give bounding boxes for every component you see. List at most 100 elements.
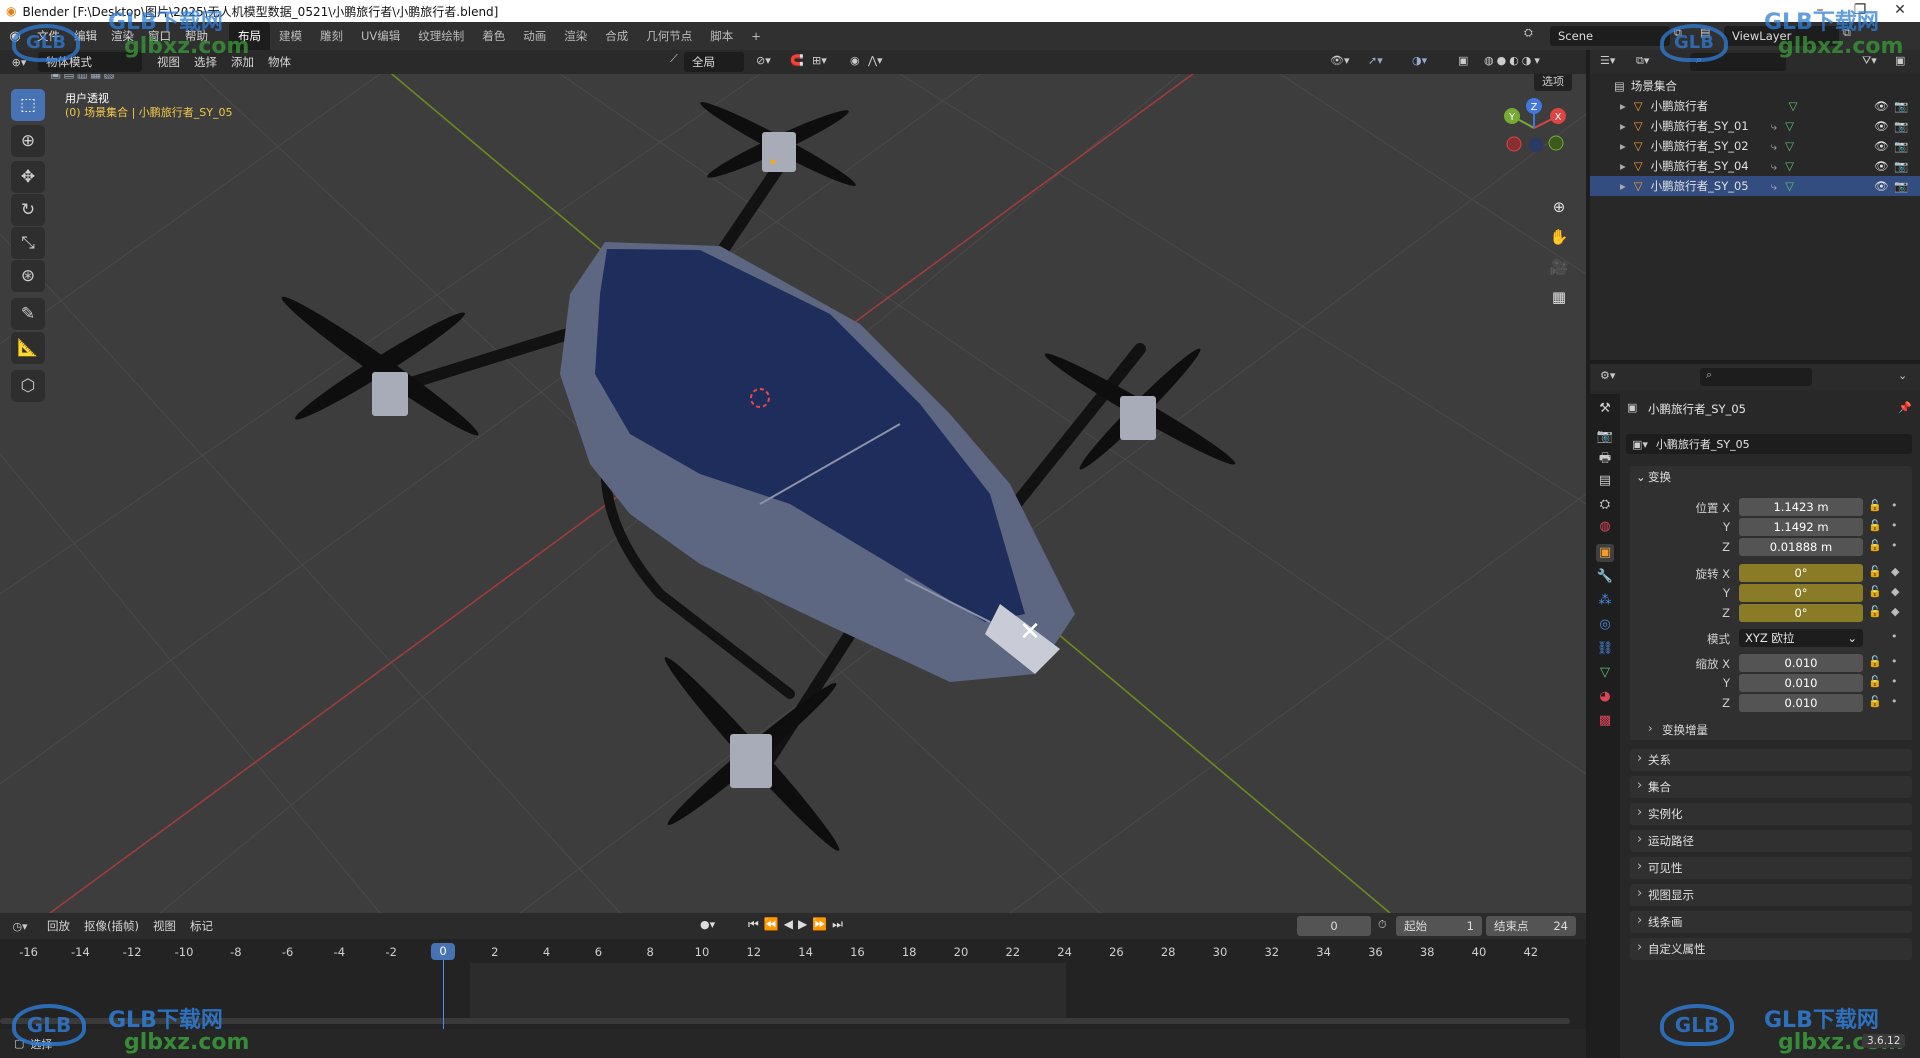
scene-selector[interactable]: Scene: [1550, 26, 1670, 46]
render-tab-icon[interactable]: 📷: [1596, 428, 1614, 446]
rotation-mode-select[interactable]: XYZ 欧拉 ⌄: [1739, 629, 1863, 647]
transform-tool-icon[interactable]: ⊛: [11, 260, 45, 292]
tab-uv[interactable]: UV编辑: [352, 22, 409, 50]
zoom-icon[interactable]: ⊕: [1546, 194, 1572, 220]
keyframe-icon[interactable]: ◆: [1891, 605, 1899, 618]
tab-shading[interactable]: 着色: [473, 22, 514, 50]
properties-section[interactable]: 集合: [1630, 775, 1912, 798]
menu-object[interactable]: 物体: [261, 48, 298, 76]
properties-section[interactable]: 自定义属性: [1630, 937, 1912, 960]
overlay-icon[interactable]: ◑▾: [1412, 54, 1427, 67]
render-camera-icon[interactable]: 📷: [1894, 119, 1908, 133]
timeline-scrollbar[interactable]: [0, 1018, 1570, 1024]
menu-marker[interactable]: 标记: [183, 912, 220, 940]
move-tool-icon[interactable]: ✥: [11, 161, 45, 193]
outliner-item[interactable]: ▸ ▽ 小鹏旅行者_SY_02 ⤷ ▽ 👁 📷: [1590, 136, 1920, 156]
menu-playback[interactable]: 回放: [40, 912, 77, 940]
location-y-field[interactable]: 1.1492 m: [1739, 518, 1863, 536]
object-name-field[interactable]: ▣▾ 小鹏旅行者_SY_05: [1626, 434, 1912, 454]
editor-type-icon[interactable]: ☰▾: [1600, 54, 1615, 67]
render-camera-icon[interactable]: 📷: [1894, 179, 1908, 193]
clock-icon[interactable]: ◷▾: [0, 920, 40, 933]
animate-dot-icon[interactable]: •: [1891, 499, 1898, 512]
select-box-tool-icon[interactable]: ⬚: [11, 89, 45, 121]
keyframe-icon[interactable]: ◆: [1891, 585, 1899, 598]
3d-viewport[interactable]: ✕ 用户透视 (0) 场景集合 | 小鹏旅行者_SY_05 选项 ▣▤▥▦▧ ⬚…: [0, 74, 1586, 913]
rotation-y-field[interactable]: 0°: [1739, 584, 1863, 602]
orientation-selector[interactable]: 全局: [684, 52, 744, 72]
render-camera-icon[interactable]: 📷: [1894, 159, 1908, 173]
snap-icon[interactable]: 🧲: [790, 54, 804, 67]
animate-dot-icon[interactable]: •: [1891, 655, 1898, 668]
outliner-item[interactable]: ▸ ▽ 小鹏旅行者_SY_05 ⤷ ▽ 👁 📷: [1590, 176, 1920, 196]
material-tab-icon[interactable]: ◕: [1596, 688, 1614, 706]
animate-dot-icon[interactable]: •: [1891, 675, 1898, 688]
particles-tab-icon[interactable]: ⁂: [1596, 592, 1614, 610]
xray-icon[interactable]: ▣: [1458, 54, 1468, 67]
start-frame-field[interactable]: 起始 1: [1396, 916, 1482, 936]
properties-section[interactable]: 线条画: [1630, 910, 1912, 933]
snap-target-icon[interactable]: ⊞▾: [812, 54, 827, 67]
lock-icon[interactable]: 🔓: [1868, 519, 1882, 532]
eye-icon[interactable]: 👁: [1874, 99, 1889, 113]
scale-y-field[interactable]: 0.010: [1739, 674, 1863, 692]
properties-search-input[interactable]: ⌕: [1700, 368, 1812, 386]
tool-tab-icon[interactable]: ⚒: [1596, 400, 1614, 418]
location-x-field[interactable]: 1.1423 m: [1739, 498, 1863, 516]
properties-section[interactable]: 关系: [1630, 748, 1912, 771]
expand-arrow-icon[interactable]: ▸: [1620, 119, 1626, 133]
expand-arrow-icon[interactable]: ▸: [1620, 179, 1626, 193]
drone-model[interactable]: ✕: [276, 96, 1240, 858]
lock-icon[interactable]: 🔓: [1868, 499, 1882, 512]
tab-scripting[interactable]: 脚本: [701, 22, 742, 50]
playhead-frame[interactable]: 0: [431, 943, 455, 960]
tab-texture-paint[interactable]: 纹理绘制: [409, 22, 473, 50]
delta-transform-subpanel[interactable]: › 变换增量: [1648, 721, 1708, 738]
editor-type-icon[interactable]: ⚙▾: [1600, 369, 1615, 382]
animate-dot-icon[interactable]: •: [1891, 630, 1898, 643]
render-camera-icon[interactable]: 📷: [1894, 99, 1908, 113]
outliner-root[interactable]: ▤ 场景集合: [1590, 76, 1920, 96]
navigation-gizmo[interactable]: X Y Z: [1496, 94, 1576, 168]
options-button[interactable]: 选项: [1534, 74, 1572, 91]
scale-tool-icon[interactable]: ⤡: [11, 227, 45, 259]
shading-modes-icon[interactable]: ◍●◐◑▾: [1484, 54, 1543, 67]
scale-z-field[interactable]: 0.010: [1739, 694, 1863, 712]
tab-modeling[interactable]: 建模: [270, 22, 311, 50]
location-z-field[interactable]: 0.01888 m: [1739, 538, 1863, 556]
visibility-icon[interactable]: 👁▾: [1330, 54, 1350, 67]
output-tab-icon[interactable]: 🖶: [1596, 450, 1614, 468]
add-workspace-button[interactable]: +: [742, 22, 770, 50]
eye-icon[interactable]: 👁: [1874, 119, 1889, 133]
rotate-tool-icon[interactable]: ↻: [11, 194, 45, 226]
lock-icon[interactable]: 🔓: [1868, 695, 1882, 708]
ortho-grid-icon[interactable]: ▦: [1546, 284, 1572, 310]
tab-rendering[interactable]: 渲染: [555, 22, 596, 50]
playback-controls-icon[interactable]: ⏮⏪◀▶⏩⏭: [748, 917, 848, 932]
animate-dot-icon[interactable]: •: [1891, 539, 1898, 552]
data-tab-icon[interactable]: ▽: [1596, 664, 1614, 682]
expand-arrow-icon[interactable]: ▸: [1620, 139, 1626, 153]
eye-icon[interactable]: 👁: [1874, 139, 1889, 153]
chevron-down-icon[interactable]: ⌄: [1898, 369, 1907, 382]
properties-section[interactable]: 运动路径: [1630, 829, 1912, 852]
tab-compositing[interactable]: 合成: [596, 22, 637, 50]
view-layer-tab-icon[interactable]: ▤: [1596, 472, 1614, 490]
transform-panel-header[interactable]: ⌄ 变换: [1630, 466, 1912, 488]
animate-dot-icon[interactable]: •: [1891, 519, 1898, 532]
lock-icon[interactable]: 🔓: [1868, 539, 1882, 552]
rotation-z-field[interactable]: 0°: [1739, 604, 1863, 622]
scale-x-field[interactable]: 0.010: [1739, 654, 1863, 672]
pan-hand-icon[interactable]: ✋: [1546, 224, 1572, 250]
lock-icon[interactable]: 🔓: [1868, 655, 1882, 668]
lock-icon[interactable]: 🔓: [1868, 585, 1882, 598]
scene-tab-icon[interactable]: ⛭: [1596, 496, 1614, 514]
display-mode-icon[interactable]: ⧉▾: [1636, 54, 1649, 68]
gizmo-icon[interactable]: ➚▾: [1368, 54, 1383, 67]
modifier-tab-icon[interactable]: 🔧: [1596, 568, 1614, 586]
proportional-edit-icon[interactable]: ◉: [850, 54, 860, 67]
constraints-tab-icon[interactable]: ⛓: [1596, 640, 1614, 658]
pivot-icon[interactable]: ⊘▾: [756, 54, 771, 67]
tab-geometry-nodes[interactable]: 几何节点: [637, 22, 701, 50]
object-tab-icon[interactable]: ▣: [1596, 544, 1614, 562]
